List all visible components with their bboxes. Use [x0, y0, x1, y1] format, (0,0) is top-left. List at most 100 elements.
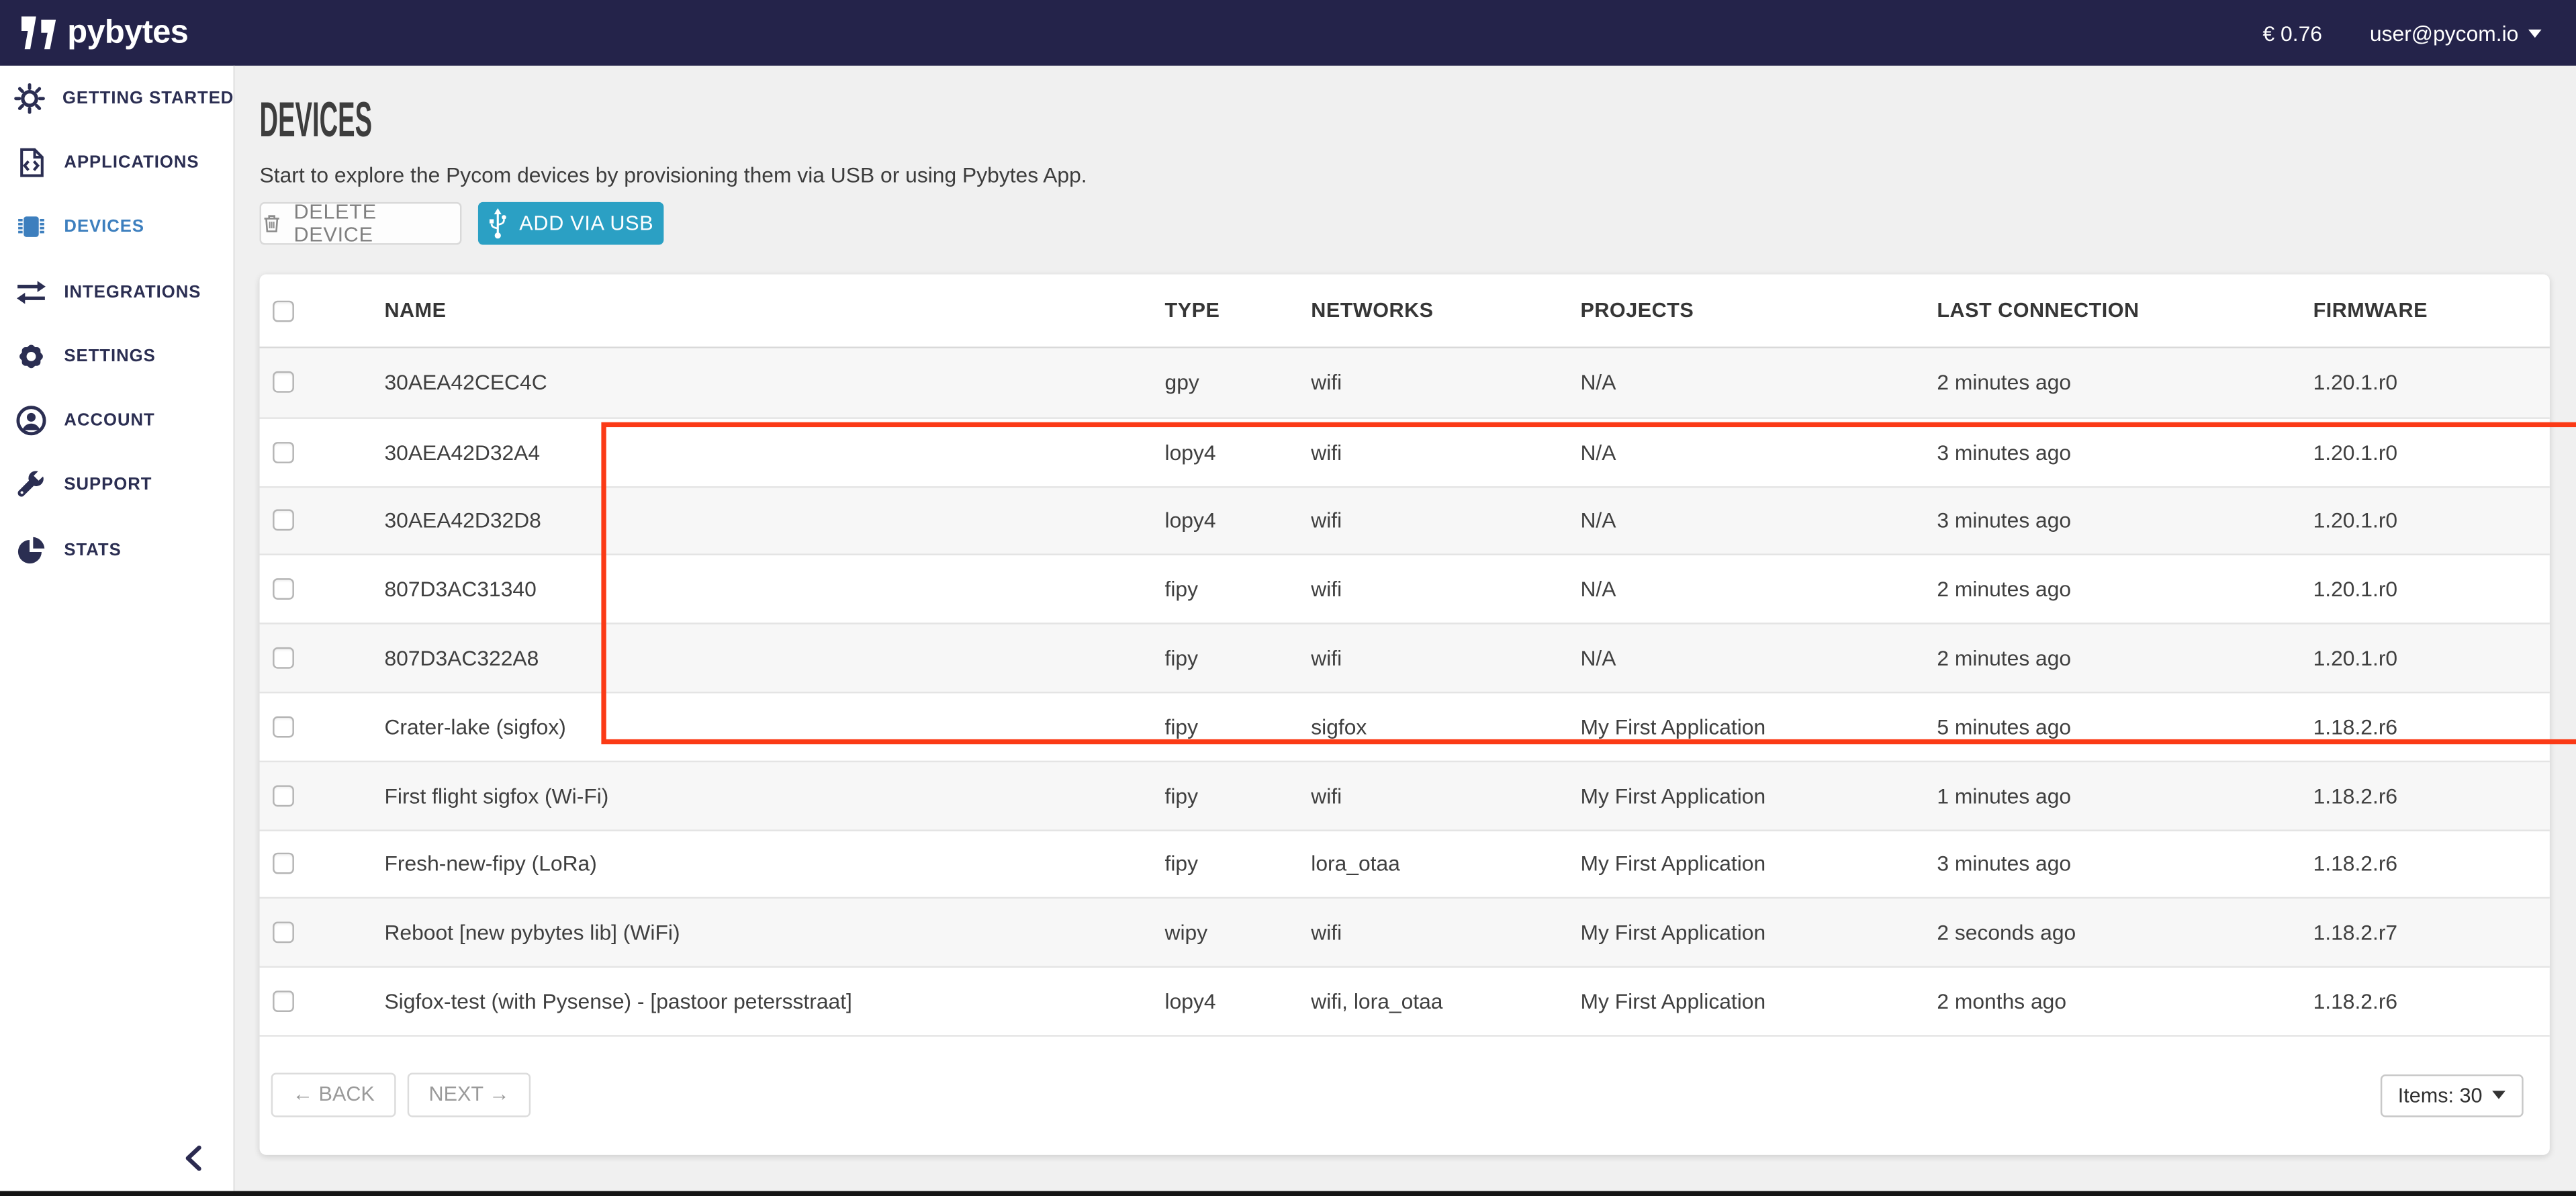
main-content: DEVICES Start to explore the Pycom devic…	[235, 66, 2576, 1196]
networks-cell: lora_otaa	[1298, 852, 1567, 876]
page-subtitle: Start to explore the Pycom devices by pr…	[260, 163, 1087, 187]
sidebar-item-label: INTEGRATIONS	[64, 282, 201, 302]
row-checkbox[interactable]	[273, 647, 294, 669]
name-cell: 30AEA42CEC4C	[371, 370, 1152, 395]
firmware-cell: 1.18.2.r6	[2300, 715, 2550, 739]
row-checkbox[interactable]	[273, 441, 294, 463]
name-cell: Reboot [new pybytes lib] (WiFi)	[371, 921, 1152, 946]
firmware-cell: 1.20.1.r0	[2300, 508, 2550, 533]
user-menu[interactable]: user@pycom.io	[2370, 21, 2542, 46]
row-checkbox[interactable]	[273, 922, 294, 944]
column-header-firmware[interactable]: FIRMWARE	[2300, 299, 2550, 322]
balance-amount: € 0.76	[2263, 21, 2322, 46]
next-button[interactable]: NEXT →	[408, 1072, 531, 1117]
table-row[interactable]: Reboot [new pybytes lib] (WiFi) wipy wif…	[260, 898, 2550, 966]
last-connection-cell: 3 minutes ago	[1924, 440, 2300, 465]
table-row[interactable]: Crater-lake (sigfox) fipy sigfox My Firs…	[260, 692, 2550, 760]
items-per-page-dropdown[interactable]: Items: 30	[2380, 1074, 2524, 1117]
row-checkbox[interactable]	[273, 785, 294, 807]
last-connection-cell: 2 seconds ago	[1924, 921, 2300, 946]
user-circle-icon	[13, 404, 48, 438]
projects-cell: N/A	[1567, 646, 1924, 671]
logo-text: pybytes	[67, 14, 188, 52]
sidebar-item-applications[interactable]: APPLICATIONS	[0, 130, 233, 195]
back-button[interactable]: ← BACK	[271, 1072, 396, 1117]
sidebar: GETTING STARTED APPLICATIONS DEVICES INT…	[0, 66, 235, 1196]
row-checkbox[interactable]	[273, 510, 294, 532]
projects-cell: N/A	[1567, 440, 1924, 465]
chevron-down-icon	[2528, 29, 2542, 37]
column-header-networks[interactable]: NETWORKS	[1298, 299, 1567, 322]
column-header-projects[interactable]: PROJECTS	[1567, 299, 1924, 322]
firmware-cell: 1.20.1.r0	[2300, 370, 2550, 395]
firmware-cell: 1.18.2.r6	[2300, 852, 2550, 876]
table-row[interactable]: 30AEA42CEC4C gpy wifi N/A 2 minutes ago …	[260, 349, 2550, 417]
sidebar-item-label: DEVICES	[64, 218, 144, 237]
table-header-row: NAME TYPE NETWORKS PROJECTS LAST CONNECT…	[260, 275, 2550, 349]
table-row[interactable]: 30AEA42D32D8 lopy4 wifi N/A 3 minutes ag…	[260, 486, 2550, 554]
table-footer: ← BACK NEXT → Items: 30	[260, 1035, 2550, 1153]
table-row[interactable]: Fresh-new-fipy (LoRa) fipy lora_otaa My …	[260, 829, 2550, 897]
sidebar-item-devices[interactable]: DEVICES	[0, 195, 233, 259]
sidebar-item-getting-started[interactable]: GETTING STARTED	[0, 66, 233, 130]
networks-cell: wifi	[1298, 508, 1567, 533]
usb-icon	[488, 207, 508, 240]
select-all-checkbox[interactable]	[273, 300, 294, 321]
table-row[interactable]: 807D3AC322A8 fipy wifi N/A 2 minutes ago…	[260, 623, 2550, 692]
pybytes-logo[interactable]: pybytes	[21, 14, 188, 52]
type-cell: gpy	[1152, 370, 1298, 395]
logo-bolt-icon	[41, 19, 56, 49]
row-checkbox[interactable]	[273, 854, 294, 875]
firmware-cell: 1.18.2.r6	[2300, 989, 2550, 1014]
sidebar-item-support[interactable]: SUPPORT	[0, 453, 233, 518]
sidebar-item-label: GETTING STARTED	[62, 88, 234, 107]
name-cell: 807D3AC31340	[371, 577, 1152, 602]
type-cell: fipy	[1152, 783, 1298, 808]
last-connection-cell: 2 minutes ago	[1924, 370, 2300, 395]
row-checkbox[interactable]	[273, 372, 294, 394]
name-cell: Crater-lake (sigfox)	[371, 715, 1152, 739]
add-via-usb-button[interactable]: ADD VIA USB	[478, 202, 663, 245]
column-header-type[interactable]: TYPE	[1152, 299, 1298, 322]
firmware-cell: 1.20.1.r0	[2300, 440, 2550, 465]
type-cell: lopy4	[1152, 989, 1298, 1014]
app-window: pybytes € 0.76 user@pycom.io GETTING STA…	[0, 0, 2576, 1196]
gear-icon	[13, 339, 48, 373]
type-cell: wipy	[1152, 921, 1298, 946]
type-cell: lopy4	[1152, 508, 1298, 533]
row-checkbox[interactable]	[273, 991, 294, 1012]
table-row[interactable]: Sigfox-test (with Pysense) - [pastoor pe…	[260, 966, 2550, 1035]
pie-chart-icon	[13, 533, 48, 567]
row-checkbox[interactable]	[273, 716, 294, 737]
last-connection-cell: 2 months ago	[1924, 989, 2300, 1014]
table-row[interactable]: 30AEA42D32A4 lopy4 wifi N/A 3 minutes ag…	[260, 417, 2550, 486]
last-connection-cell: 2 minutes ago	[1924, 646, 2300, 671]
delete-device-button[interactable]: DELETE DEVICE	[260, 202, 462, 245]
sidebar-item-stats[interactable]: STATS	[0, 518, 233, 582]
name-cell: First flight sigfox (Wi-Fi)	[371, 783, 1152, 808]
projects-cell: My First Application	[1567, 852, 1924, 876]
sidebar-item-integrations[interactable]: INTEGRATIONS	[0, 259, 233, 324]
user-email: user@pycom.io	[2370, 21, 2518, 46]
last-connection-cell: 2 minutes ago	[1924, 577, 2300, 602]
page-title: DEVICES	[260, 95, 476, 148]
sidebar-item-settings[interactable]: SETTINGS	[0, 324, 233, 388]
column-header-name[interactable]: NAME	[371, 299, 1152, 322]
table-row[interactable]: 807D3AC31340 fipy wifi N/A 2 minutes ago…	[260, 554, 2550, 623]
sidebar-item-label: STATS	[64, 540, 121, 559]
last-connection-cell: 1 minutes ago	[1924, 783, 2300, 808]
row-checkbox[interactable]	[273, 579, 294, 600]
name-cell: 30AEA42D32D8	[371, 508, 1152, 533]
type-cell: fipy	[1152, 715, 1298, 739]
type-cell: fipy	[1152, 577, 1298, 602]
name-cell: 30AEA42D32A4	[371, 440, 1152, 465]
pager: ← BACK NEXT →	[271, 1072, 531, 1117]
sidebar-item-account[interactable]: ACCOUNT	[0, 389, 233, 453]
last-connection-cell: 3 minutes ago	[1924, 508, 2300, 533]
projects-cell: N/A	[1567, 577, 1924, 602]
sidebar-collapse-button[interactable]	[184, 1145, 210, 1175]
table-row[interactable]: First flight sigfox (Wi-Fi) fipy wifi My…	[260, 760, 2550, 829]
chevron-down-icon	[2492, 1092, 2505, 1100]
arrows-exchange-icon	[13, 275, 48, 309]
column-header-last-connection[interactable]: LAST CONNECTION	[1924, 299, 2300, 322]
